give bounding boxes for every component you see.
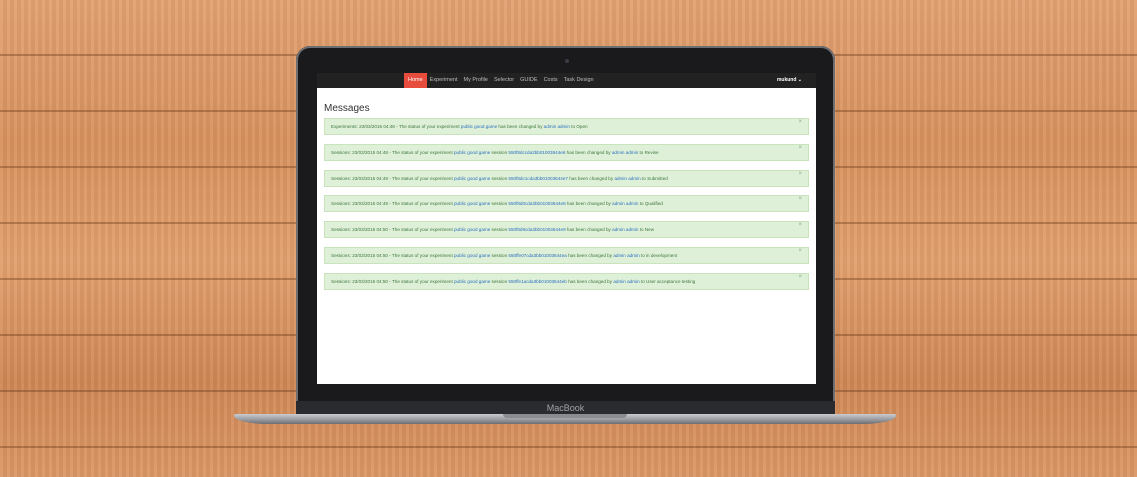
message-status: to Revise — [638, 149, 659, 155]
message-text: session — [490, 278, 509, 284]
message-text: has been changed by — [497, 124, 544, 129]
message-text: Experiments: 23/03/2015 04:48 - The stat… — [331, 124, 461, 129]
nav-item-experiment[interactable]: Experiment — [427, 73, 461, 88]
message-text: Sessions: 23/03/2015 04:49 - The status … — [331, 201, 454, 207]
nav-menu: Home Experiment My Profile Selector GUID… — [404, 73, 597, 88]
message-text: session — [490, 149, 509, 155]
message-alert: Sessions: 23/03/2015 04:50 - The status … — [324, 221, 809, 239]
message-text: has been changed by — [567, 175, 615, 181]
nav-item-task-design[interactable]: Task Design — [561, 73, 597, 88]
message-text: has been changed by — [566, 278, 614, 284]
message-text: Sessions: 23/03/2015 04:49 - The status … — [331, 175, 454, 181]
close-icon[interactable]: × — [798, 222, 802, 233]
message-text: has been changed by — [565, 149, 612, 155]
experiment-link[interactable]: public good game — [454, 227, 490, 232]
nav-item-my-profile[interactable]: My Profile — [461, 73, 491, 88]
experiment-link[interactable]: public good game — [454, 176, 490, 181]
session-link[interactable]: 550f8dc1cda3bb01003644e7 — [508, 176, 568, 181]
close-icon[interactable]: × — [798, 119, 802, 130]
close-icon[interactable]: × — [798, 196, 802, 207]
message-text: has been changed by — [565, 227, 613, 233]
message-text: has been changed by — [566, 252, 614, 258]
message-alert: Sessions: 23/03/2015 04:49 - The status … — [324, 169, 809, 187]
laptop-brand-label: MacBook — [296, 401, 835, 415]
experiment-link[interactable]: public good game — [454, 279, 490, 284]
user-link[interactable]: admin admin — [612, 227, 638, 232]
message-status: to Qualified — [638, 201, 663, 207]
close-icon[interactable]: × — [798, 171, 802, 182]
user-name: mukund — [776, 77, 797, 83]
message-status: to Open — [569, 124, 588, 129]
message-status: to New — [638, 227, 655, 233]
chevron-down-icon: ⌄ — [797, 77, 802, 83]
close-icon[interactable]: × — [798, 248, 802, 259]
message-text: session — [490, 252, 509, 258]
user-link[interactable]: admin admin — [612, 150, 638, 155]
nav-item-guide[interactable]: GUIDE — [517, 73, 540, 88]
message-text: session — [490, 175, 509, 181]
session-link[interactable]: 550f8dccda3bb01003644e6 — [508, 150, 565, 155]
close-icon[interactable]: × — [798, 145, 802, 156]
message-status: to Submitted — [640, 175, 668, 181]
nav-item-costs[interactable]: Costs — [541, 73, 561, 88]
browser-screen: Home Experiment My Profile Selector GUID… — [317, 73, 816, 384]
message-text: session — [490, 201, 509, 207]
nav-item-selector[interactable]: Selector — [491, 73, 517, 88]
user-link[interactable]: admin admin — [613, 253, 639, 258]
message-text: Sessions: 23/03/2015 04:50 - The status … — [331, 278, 454, 284]
message-text: Sessions: 23/03/2015 04:48 - The status … — [331, 149, 454, 155]
experiment-link[interactable]: public good game — [454, 253, 490, 258]
message-alert: Sessions: 23/03/2015 04:50 - The status … — [324, 272, 809, 290]
message-alert: Sessions: 23/03/2015 04:48 - The status … — [324, 143, 809, 161]
navbar: Home Experiment My Profile Selector GUID… — [317, 73, 816, 88]
message-status: to in development — [639, 252, 678, 258]
user-link[interactable]: admin admin — [614, 176, 640, 181]
close-icon[interactable]: × — [798, 274, 802, 285]
user-link[interactable]: admin admin — [612, 201, 638, 206]
message-alert: Experiments: 23/03/2015 04:48 - The stat… — [324, 118, 809, 135]
message-text: session — [490, 227, 509, 233]
laptop-notch — [503, 414, 627, 418]
message-alert: Sessions: 23/03/2015 04:50 - The status … — [324, 246, 809, 264]
experiment-link[interactable]: public good game — [461, 124, 497, 129]
session-link[interactable]: 550ffe07cda3bb01003644ea — [508, 253, 566, 258]
user-menu-dropdown[interactable]: mukund ⌄ — [777, 73, 802, 88]
camera-dot — [565, 59, 569, 63]
session-link[interactable]: 550ffe1acda3bb01003644eb — [508, 279, 566, 284]
page-title: Messages — [324, 103, 370, 114]
user-link[interactable]: admin admin — [544, 124, 570, 129]
session-link[interactable]: 550f8d9cda3bb01003644e9 — [508, 227, 565, 232]
message-status: to User acceptance testing — [639, 278, 696, 284]
experiment-link[interactable]: public good game — [454, 201, 490, 206]
message-text: has been changed by — [565, 201, 613, 207]
message-text: Sessions: 23/03/2015 04:50 - The status … — [331, 227, 454, 233]
session-link[interactable]: 550f8d0cda3bb01003644e8 — [508, 201, 565, 206]
nav-item-home[interactable]: Home — [404, 73, 427, 88]
user-link[interactable]: admin admin — [613, 279, 639, 284]
experiment-link[interactable]: public good game — [454, 150, 490, 155]
message-text: Sessions: 23/03/2015 04:50 - The status … — [331, 252, 454, 258]
messages-list: Experiments: 23/03/2015 04:48 - The stat… — [324, 118, 809, 299]
message-alert: Sessions: 23/03/2015 04:49 - The status … — [324, 195, 809, 213]
